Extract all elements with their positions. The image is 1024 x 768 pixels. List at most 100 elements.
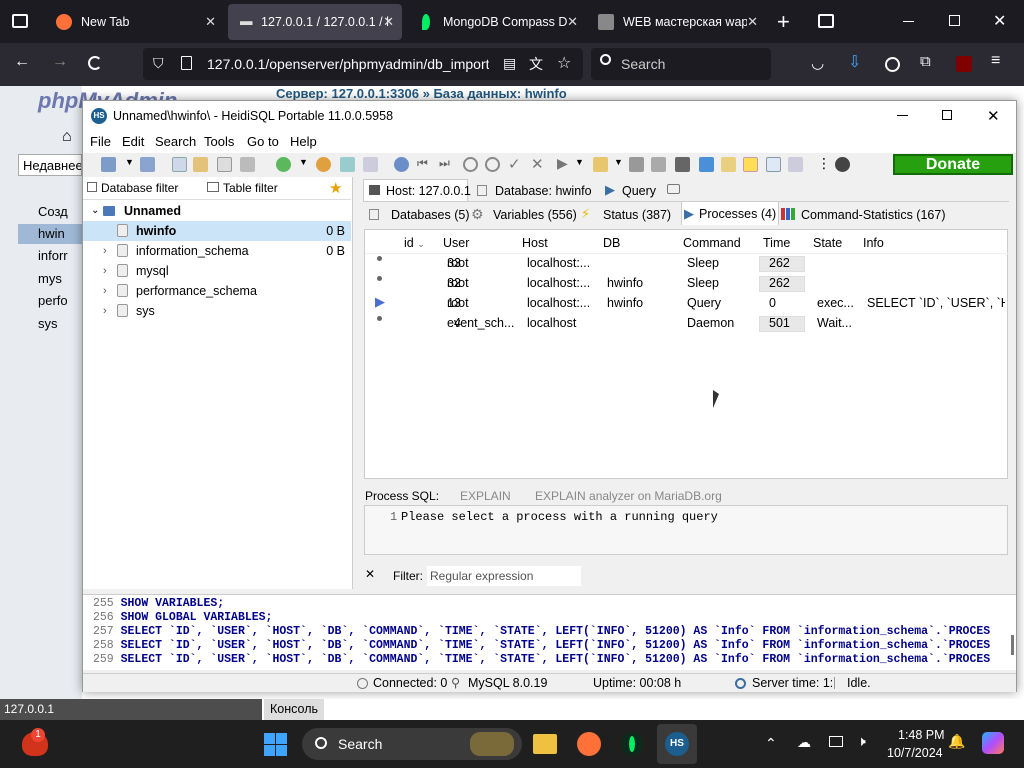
column-header-info[interactable]: Info [863,236,884,250]
warning-icon[interactable] [743,157,758,172]
minimize-icon[interactable] [903,21,914,22]
restore-icon[interactable] [949,15,960,26]
copy-icon[interactable] [172,157,187,172]
column-header-id[interactable]: id ⌄ [404,236,425,250]
column-header-user[interactable]: User [443,236,469,250]
sql-log[interactable]: 255 SHOW VARIABLES; 256 SHOW GLOBAL VARI… [83,594,1016,670]
menu-file[interactable]: File [90,134,111,149]
tab-query[interactable]: ▶ Query [603,179,683,201]
explain-analyzer-button[interactable]: EXPLAIN analyzer on MariaDB.org [535,489,722,503]
more-icon[interactable]: ⋮ [817,155,831,172]
network-icon[interactable]: ☁ [797,734,811,751]
table-row[interactable]: ▶ 13 root localhost:... hwinfo Query 0 e… [365,293,1009,313]
tab-list-icon[interactable] [12,14,28,28]
post-icon[interactable]: ✓ [508,155,521,173]
taskbar-time[interactable]: 1:48 PM [898,728,945,742]
db-filter-tab[interactable]: Database filter [87,181,205,195]
menu-help[interactable]: Help [290,134,317,149]
browser-tab[interactable]: New Tab ✕ [44,4,224,40]
forward-icon[interactable]: → [52,53,68,71]
delete-row-icon[interactable] [485,157,500,172]
tree-root[interactable]: ⌄ Unnamed [83,201,351,221]
tree-item[interactable]: › mysql [83,261,351,281]
bell-icon[interactable]: 🔔 [948,733,965,750]
mongodb-taskbar-icon[interactable] [621,732,643,756]
chevron-down-icon[interactable]: ▼ [575,157,584,167]
browser-tab[interactable]: WEB мастерская wapinf ✕ [586,4,766,40]
pocket-icon[interactable]: ◡ [811,54,824,72]
pma-console-button[interactable]: Консоль [264,699,324,720]
column-header-db[interactable]: DB [603,236,620,250]
extensions-icon[interactable]: ⧉ [920,53,931,70]
loading-icon[interactable] [88,56,102,70]
tab-variables[interactable]: ⚙ Variables (556) [471,203,579,225]
paste-icon[interactable] [193,157,208,172]
first-record-icon[interactable]: ⏮ [417,156,428,171]
pma-tree-item[interactable]: perfo [38,293,68,308]
filter-input[interactable]: Regular expression [427,566,581,586]
back-icon[interactable]: ← [14,53,30,71]
account-icon[interactable] [885,57,900,72]
chevron-right-icon[interactable]: › [103,281,107,301]
tab-database[interactable]: Database: hwinfo [473,179,593,201]
tab-command-statistics[interactable]: Command-Statistics (167) [781,203,961,225]
chevron-down-icon[interactable]: ▼ [299,157,308,167]
minimize-icon[interactable] [897,115,908,116]
tree-item[interactable]: › performance_schema [83,281,351,301]
table-filter-tab[interactable]: Table filter [207,181,327,195]
process-sql-editor[interactable]: 1 Please select a process with a running… [364,505,1008,555]
undo-icon[interactable] [217,157,232,172]
chevron-right-icon[interactable]: › [103,261,107,281]
cancel-icon[interactable]: ✕ [531,155,544,173]
process-list-grid[interactable]: id ⌄ User Host DB Command Time State Inf… [364,229,1009,479]
pma-tree-item-selected[interactable]: hwin [18,224,82,244]
pencil-icon[interactable] [721,157,736,172]
page-info-icon[interactable] [181,56,192,70]
new-tab-icon[interactable]: + [777,9,790,35]
search-bar[interactable]: Search [591,48,771,80]
open-folder-icon[interactable] [593,157,608,172]
breadcrumb-db[interactable]: База данных: hwinfo [433,86,566,101]
reader-view-icon[interactable]: ▤ [503,55,516,72]
add-row-icon[interactable] [463,157,478,172]
column-header-state[interactable]: State [813,236,842,250]
save-as-icon[interactable] [651,157,666,172]
favorites-star-icon[interactable]: ★ [329,179,342,197]
ublock-icon[interactable] [956,56,972,72]
close-tab-icon[interactable]: ✕ [567,14,578,30]
tab-processes[interactable]: ▶ Processes (4) [681,201,779,225]
session-manager-icon[interactable] [101,157,116,172]
tab-host[interactable]: Host: 127.0.0.1 [363,179,471,201]
table-row[interactable]: 32 root localhost:... hwinfo Sleep 262 [365,273,1009,293]
browser-tab-active[interactable]: ▬ 127.0.0.1 / 127.0.0.1 / hw ✕ [228,4,402,40]
column-header-host[interactable]: Host [522,236,548,250]
help-icon[interactable] [394,157,409,172]
tree-item[interactable]: › sys [83,301,351,321]
column-header-time[interactable]: Time [763,236,790,250]
close-tab-icon[interactable]: ✕ [383,14,394,30]
query-binoculars-icon[interactable] [675,157,690,172]
menu-search[interactable]: Search [155,134,196,149]
chevron-right-icon[interactable]: › [103,301,107,321]
taskbar-search[interactable]: Search [302,728,522,760]
close-window-icon[interactable]: ✕ [993,11,1006,31]
menu-tools[interactable]: Tools [204,134,234,149]
volume-icon[interactable]: 🕨 [857,733,866,750]
start-button[interactable] [264,733,287,756]
downloads-icon[interactable]: ⇩ [848,52,861,72]
table-row[interactable]: 33 root localhost:... Sleep 262 [365,253,1009,273]
bookmark-star-icon[interactable]: ☆ [557,53,571,73]
menu-goto[interactable]: Go to [247,134,279,149]
import-icon[interactable] [340,157,355,172]
last-record-icon[interactable]: ⏭ [439,156,450,171]
translate-icon[interactable]: 文 [529,54,543,74]
recent-dropdown[interactable]: Недавнее [18,154,82,176]
heidisql-taskbar-icon[interactable]: HS [657,724,697,764]
browser-tab[interactable]: MongoDB Compass Do ✕ [406,4,586,40]
url-bar[interactable]: ⛉ 127.0.0.1/openserver/phpmyadmin/db_imp… [143,48,583,80]
tree-item-selected[interactable]: hwinfo 0 B [83,221,351,241]
format-sql-icon[interactable] [699,157,714,172]
display-icon[interactable] [829,736,843,747]
chevron-down-icon[interactable]: ▼ [125,157,134,167]
home-icon[interactable]: ⌂ [62,128,72,146]
